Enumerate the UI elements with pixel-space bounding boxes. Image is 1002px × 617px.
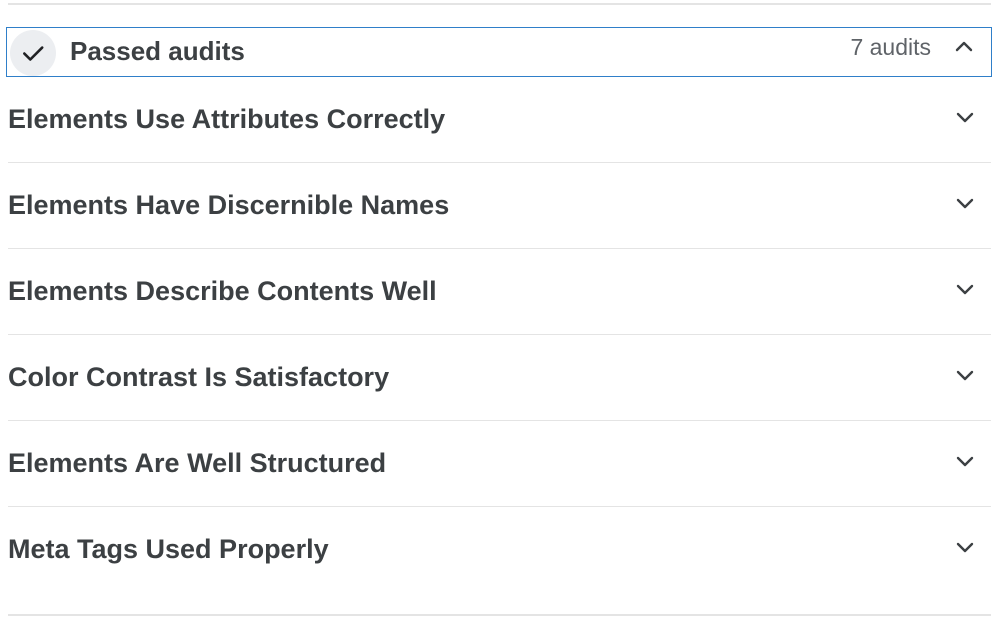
group-title: Passed audits <box>70 36 245 66</box>
chevron-up-icon[interactable] <box>952 35 976 59</box>
audit-label: Elements Use Attributes Correctly <box>8 104 446 134</box>
chevron-down-icon[interactable] <box>953 105 977 129</box>
audit-count: 7 audits <box>850 34 931 60</box>
audit-item-names[interactable]: Elements Have Discernible Names <box>8 163 991 249</box>
audit-label: Elements Have Discernible Names <box>8 190 450 220</box>
audit-label: Elements Describe Contents Well <box>8 276 437 306</box>
audit-label: Meta Tags Used Properly <box>8 534 329 564</box>
chevron-down-icon[interactable] <box>953 535 977 559</box>
audit-item-meta-tags[interactable]: Meta Tags Used Properly <box>8 507 991 592</box>
top-divider <box>8 3 991 5</box>
audit-item-attributes[interactable]: Elements Use Attributes Correctly <box>8 77 991 163</box>
chevron-down-icon[interactable] <box>953 191 977 215</box>
chevron-down-icon[interactable] <box>953 363 977 387</box>
audit-list: Elements Use Attributes Correctly Elemen… <box>8 77 991 592</box>
audit-label: Color Contrast Is Satisfactory <box>8 362 390 392</box>
audit-label: Elements Are Well Structured <box>8 448 387 478</box>
audit-item-structure[interactable]: Elements Are Well Structured <box>8 421 991 507</box>
audit-item-contents[interactable]: Elements Describe Contents Well <box>8 249 991 335</box>
chevron-down-icon[interactable] <box>953 277 977 301</box>
chevron-down-icon[interactable] <box>953 449 977 473</box>
check-icon <box>10 30 56 76</box>
passed-audits-group-header[interactable]: Passed audits 7 audits <box>6 27 992 77</box>
audit-item-contrast[interactable]: Color Contrast Is Satisfactory <box>8 335 991 421</box>
bottom-divider <box>8 614 991 616</box>
